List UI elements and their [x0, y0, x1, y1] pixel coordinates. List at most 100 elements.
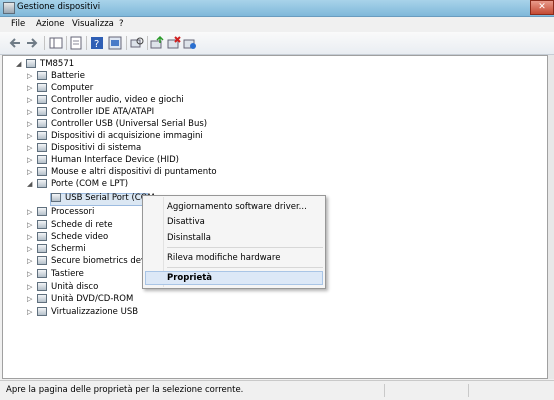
- hid-icon: [37, 155, 47, 164]
- tree-node-label: Mouse e altri dispositivi di puntamento: [51, 167, 217, 177]
- svg-text:?: ?: [94, 39, 99, 50]
- expand-arrow-icon[interactable]: ▷: [27, 271, 33, 278]
- tree-node-label: Controller audio, video e giochi: [51, 95, 184, 105]
- port-icon: [37, 179, 47, 188]
- toolbar-separator: [86, 36, 87, 50]
- menu-separator: [167, 267, 323, 268]
- toolbar-separator: [66, 36, 67, 50]
- battery-icon: [37, 71, 47, 80]
- toolbar-separator: [147, 36, 148, 50]
- processor-icon: [37, 207, 47, 216]
- tree-node-label: Controller IDE ATA/ATAPI: [51, 107, 155, 117]
- tree-node-label: Unità DVD/CD-ROM: [51, 294, 134, 304]
- tree-node-label: Dispositivi di acquisizione immagini: [51, 131, 203, 141]
- status-divider: [468, 384, 469, 397]
- expand-arrow-icon[interactable]: ▷: [27, 121, 33, 128]
- device-manager-icon: [3, 2, 15, 14]
- expand-arrow-icon[interactable]: ▷: [27, 169, 33, 176]
- tree-node-label: Schermi: [51, 244, 86, 254]
- tree-node-label: Batterie: [51, 71, 86, 81]
- expand-arrow-icon[interactable]: ▷: [27, 145, 33, 152]
- usb-virtualization-icon: [37, 307, 47, 316]
- properties-sheet-icon[interactable]: [108, 36, 122, 50]
- status-divider: [384, 384, 385, 397]
- expand-arrow-icon[interactable]: ▷: [27, 246, 33, 253]
- tree-node-label: Schede di rete: [51, 220, 113, 230]
- keyboard-icon: [37, 269, 47, 278]
- speaker-icon: [37, 95, 47, 104]
- tree-node-label: Virtualizzazione USB: [51, 307, 139, 317]
- scan-hardware-icon[interactable]: [130, 36, 144, 50]
- system-device-icon: [37, 143, 47, 152]
- properties-icon[interactable]: [69, 36, 83, 50]
- camera-icon: [37, 131, 47, 140]
- menu-help[interactable]: ?: [119, 19, 124, 29]
- toolbar-separator: [44, 36, 45, 50]
- tree-root-label: TM8571: [40, 59, 75, 69]
- back-arrow-icon[interactable]: [8, 36, 22, 50]
- ide-controller-icon: [37, 107, 47, 116]
- uninstall-icon[interactable]: [167, 36, 181, 50]
- tree-node-label: Tastiere: [51, 269, 84, 279]
- title-bar[interactable]: Gestione dispositivi ✕: [0, 0, 554, 17]
- dvd-drive-icon: [37, 294, 47, 303]
- menu-separator: [167, 247, 323, 248]
- menu-azione[interactable]: Azione: [36, 19, 64, 29]
- help-icon[interactable]: ?: [90, 36, 104, 50]
- close-button[interactable]: ✕: [530, 0, 554, 15]
- tree-node-label: Schede video: [51, 232, 109, 242]
- expand-arrow-icon[interactable]: ▷: [27, 73, 33, 80]
- tree-node-label: Controller USB (Universal Serial Bus): [51, 119, 208, 129]
- menu-file[interactable]: File: [11, 19, 25, 29]
- disable-icon[interactable]: [183, 36, 197, 50]
- tree-node-label: Computer: [51, 83, 94, 93]
- expand-arrow-icon[interactable]: ▷: [27, 97, 33, 104]
- collapse-arrow-icon[interactable]: ◢: [16, 61, 22, 68]
- tree-node-label: Porte (COM e LPT): [51, 179, 129, 189]
- expand-arrow-icon[interactable]: ▷: [27, 258, 33, 265]
- menu-item-scan-hardware[interactable]: Rileva modifiche hardware: [167, 253, 280, 263]
- right-edge-strip: [548, 55, 554, 379]
- menu-item-disable[interactable]: Disattiva: [167, 217, 205, 227]
- collapse-arrow-icon[interactable]: ◢: [27, 181, 33, 188]
- menu-item-uninstall[interactable]: Disinstalla: [167, 233, 211, 243]
- toolbar: ?: [0, 32, 554, 55]
- context-menu: Aggiornamento software driver... Disatti…: [142, 195, 326, 289]
- menu-visualizza[interactable]: Visualizza: [72, 19, 114, 29]
- status-bar: Apre la pagina delle proprietà per la se…: [0, 380, 554, 400]
- expand-arrow-icon[interactable]: ▷: [27, 234, 33, 241]
- expand-arrow-icon[interactable]: ▷: [27, 133, 33, 140]
- expand-arrow-icon[interactable]: ▷: [27, 222, 33, 229]
- computer-icon: [37, 83, 47, 92]
- expand-arrow-icon[interactable]: ▷: [27, 85, 33, 92]
- usb-icon: [37, 119, 47, 128]
- menu-item-properties[interactable]: Proprietà: [167, 273, 212, 283]
- forward-arrow-icon[interactable]: [25, 36, 39, 50]
- serial-port-icon: [51, 193, 61, 202]
- monitor-icon: [37, 244, 47, 253]
- expand-arrow-icon[interactable]: ▷: [27, 284, 33, 291]
- expand-arrow-icon[interactable]: ▷: [27, 157, 33, 164]
- tree-node-label: Human Interface Device (HID): [51, 155, 179, 165]
- menu-item-update-driver[interactable]: Aggiornamento software driver...: [167, 202, 307, 212]
- menu-bar: File Azione Visualizza ?: [0, 17, 554, 33]
- console-tree-icon[interactable]: [49, 36, 63, 50]
- biometric-icon: [37, 256, 47, 265]
- disk-drive-icon: [37, 282, 47, 291]
- status-text: Apre la pagina delle proprietà per la se…: [6, 385, 244, 395]
- toolbar-separator: [126, 36, 127, 50]
- expand-arrow-icon[interactable]: ▷: [27, 296, 33, 303]
- window-title: Gestione dispositivi: [17, 2, 101, 12]
- update-driver-icon[interactable]: [150, 35, 164, 50]
- expand-arrow-icon[interactable]: ▷: [27, 309, 33, 316]
- tree-node-label: Dispositivi di sistema: [51, 143, 142, 153]
- expand-arrow-icon[interactable]: ▷: [27, 109, 33, 116]
- network-card-icon: [37, 220, 47, 229]
- mouse-icon: [37, 167, 47, 176]
- tree-node-label: Processori: [51, 207, 95, 217]
- tree-node-label: Unità disco: [51, 282, 99, 292]
- video-card-icon: [37, 232, 47, 241]
- computer-icon: [26, 59, 36, 68]
- device-manager-window: Gestione dispositivi ✕ File Azione Visua…: [0, 0, 554, 400]
- expand-arrow-icon[interactable]: ▷: [27, 209, 33, 216]
